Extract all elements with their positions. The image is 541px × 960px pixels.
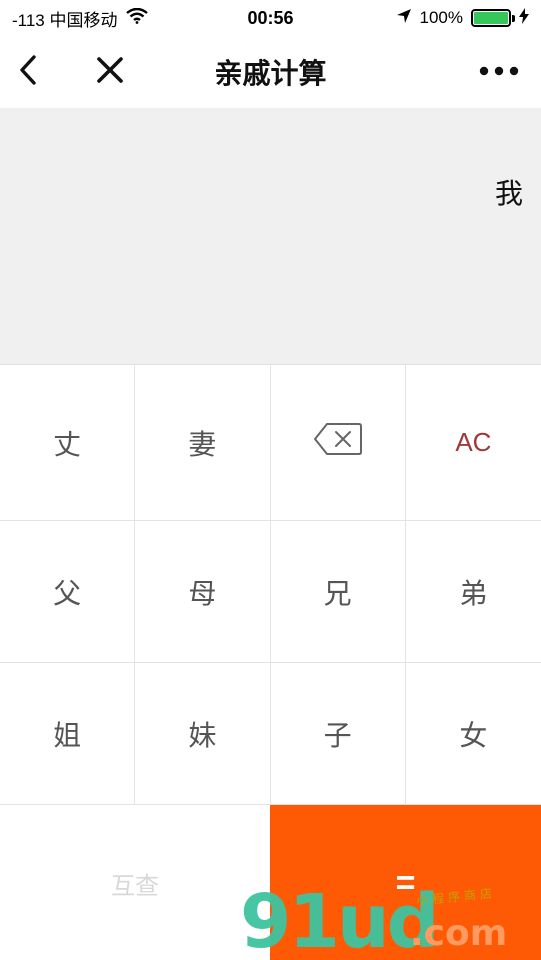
backspace-button[interactable]	[270, 365, 406, 521]
clear-button[interactable]: AC	[405, 365, 541, 521]
wifi-icon	[125, 7, 148, 29]
keypad-bottom-row: 互查 =	[0, 805, 541, 960]
result-display: 我	[0, 108, 541, 364]
battery-percent: 100%	[419, 8, 463, 27]
charging-bolt-icon	[519, 7, 529, 29]
keypad-row: 姐 妹 子 女	[0, 663, 541, 805]
more-dots-icon	[479, 63, 519, 81]
key-son[interactable]: 子	[270, 663, 406, 805]
chevron-left-icon	[18, 54, 38, 91]
battery-icon	[471, 9, 515, 27]
key-mother[interactable]: 母	[135, 521, 271, 663]
key-husband[interactable]: 丈	[0, 365, 136, 521]
keypad: 丈 妻 AC 父 母 兄 弟 姐 妹 子 女 互查 =	[0, 364, 541, 960]
key-younger-sister[interactable]: 妹	[135, 663, 271, 805]
battery-fill	[474, 12, 508, 24]
more-button[interactable]	[475, 50, 523, 94]
battery-tip	[512, 15, 515, 22]
keypad-row: 父 母 兄 弟	[0, 521, 541, 663]
mutual-check-button[interactable]: 互查	[0, 805, 270, 960]
key-younger-brother[interactable]: 弟	[405, 521, 541, 663]
key-father[interactable]: 父	[0, 521, 136, 663]
equals-button[interactable]: =	[270, 805, 541, 960]
status-left: -113 中国移动	[12, 6, 148, 31]
location-arrow-icon	[396, 8, 412, 29]
keypad-row: 丈 妻 AC	[0, 365, 541, 521]
close-button[interactable]	[88, 50, 132, 94]
key-elder-sister[interactable]: 姐	[0, 663, 136, 805]
back-button[interactable]	[6, 50, 50, 94]
page-title: 亲戚计算	[214, 58, 327, 89]
key-wife[interactable]: 妻	[135, 365, 271, 521]
key-elder-brother[interactable]: 兄	[270, 521, 406, 663]
backspace-icon	[313, 422, 363, 463]
close-icon	[96, 56, 124, 89]
carrier-label: -113 中国移动	[12, 10, 118, 30]
display-text: 我	[494, 178, 523, 209]
status-right: 100%	[396, 7, 529, 29]
status-bar: -113 中国移动 00:56 100%	[0, 0, 541, 36]
nav-bar: 亲戚计算	[0, 36, 541, 108]
key-daughter[interactable]: 女	[405, 663, 541, 805]
